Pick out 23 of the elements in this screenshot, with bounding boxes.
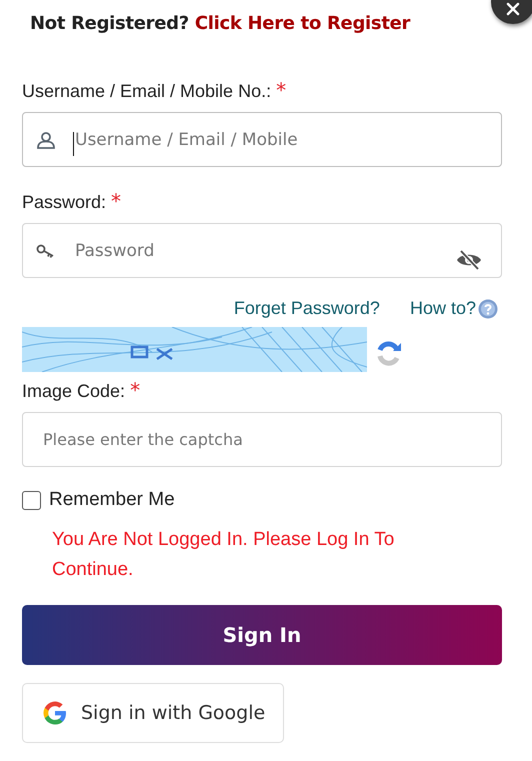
required-mark: * <box>111 189 122 213</box>
remember-label: Remember Me <box>49 489 175 511</box>
google-icon <box>41 699 69 727</box>
error-message: You Are Not Logged In. Please Log In To Continue. <box>52 528 396 582</box>
field-label: Image Code: <box>22 381 126 402</box>
refresh-icon[interactable] <box>375 340 403 368</box>
field-label: Username / Email / Mobile No.: <box>22 81 272 102</box>
google-sign-in-button[interactable]: Sign in with Google <box>22 683 284 743</box>
forgot-password-link[interactable]: Forget Password? <box>234 298 380 319</box>
required-mark: * <box>276 78 286 102</box>
help-icon[interactable] <box>478 298 498 318</box>
field-label: Password: <box>22 192 106 213</box>
remember-checkbox[interactable] <box>22 490 41 510</box>
captcha-field[interactable]: Please enter the captcha <box>22 412 502 467</box>
register-prompt: Not Registered? <box>30 13 189 34</box>
required-mark: * <box>130 378 140 402</box>
username-field[interactable]: Username / Email / Mobile <box>22 112 502 167</box>
sign-in-button[interactable]: Sign In <box>22 605 502 665</box>
password-field[interactable]: Password <box>22 223 502 278</box>
close-icon <box>506 2 520 16</box>
register-link[interactable]: Click Here to Register <box>194 13 410 34</box>
how-to-link[interactable]: How to? <box>410 298 476 319</box>
hidden-eye-icon[interactable] <box>456 249 482 271</box>
